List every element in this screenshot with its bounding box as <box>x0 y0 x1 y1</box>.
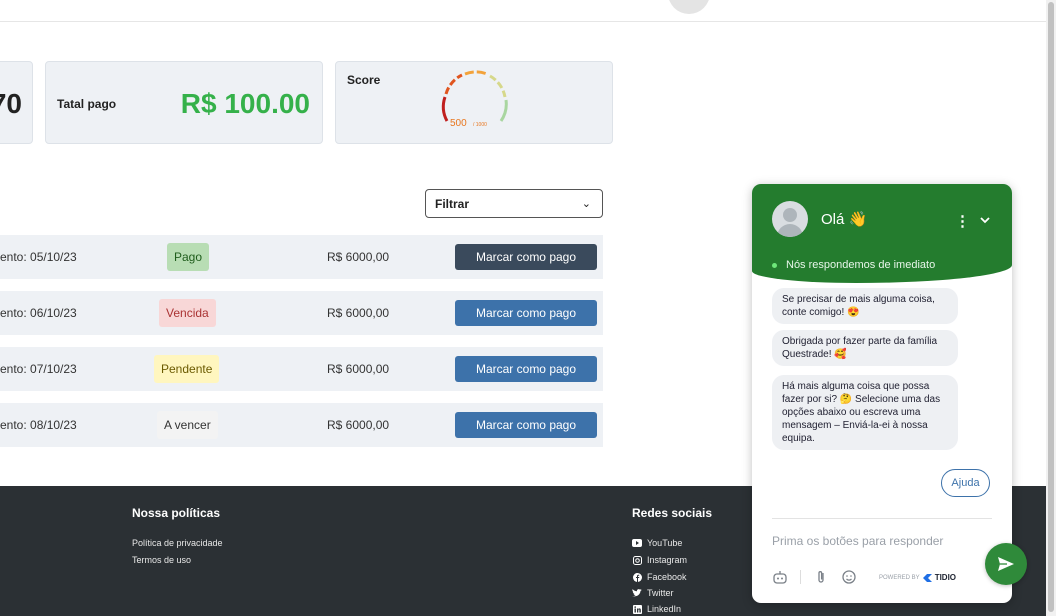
chat-widget: Olá 👋 ⋮ Nós respondemos de imediato Se p… <box>752 184 1012 603</box>
mark-paid-button[interactable]: Marcar como pago <box>455 356 597 382</box>
facebook-icon <box>632 572 642 582</box>
powered-by-label: POWERED BY <box>879 574 920 581</box>
divider <box>800 570 801 584</box>
youtube-icon <box>632 539 642 548</box>
score-gauge: 500 / 1000 <box>441 70 508 129</box>
due-date: ento: 07/10/23 <box>0 362 77 376</box>
terms-link[interactable]: Termos de uso <box>132 555 191 565</box>
social-heading: Redes sociais <box>632 506 713 520</box>
instagram-link[interactable]: Instagram <box>632 555 687 565</box>
linkedin-label: LinkedIn <box>647 604 682 614</box>
chat-title: Olá 👋 <box>821 211 868 228</box>
chat-input[interactable]: Prima os botões para responder <box>772 534 943 548</box>
amount: R$ 6000,00 <box>327 362 390 376</box>
page-scrollbar[interactable] <box>1046 0 1056 616</box>
chevron-down-icon: ⌄ <box>581 198 591 210</box>
total-paid-value: R$ 100.00 <box>180 88 310 119</box>
mark-paid-button[interactable]: Marcar como pago <box>455 412 597 438</box>
divider <box>772 518 992 519</box>
privacy-link[interactable]: Política de privacidade <box>132 538 223 548</box>
chat-status-bar: Nós respondemos de imediato <box>752 249 1012 283</box>
amount: R$ 6000,00 <box>327 250 390 264</box>
linkedin-link[interactable]: LinkedIn <box>632 604 681 614</box>
total-paid-card: Tatal pago R$ 100.00 <box>45 61 323 144</box>
instagram-label: Instagram <box>647 555 688 565</box>
user-avatar[interactable] <box>668 0 710 14</box>
linkedin-icon <box>632 604 642 614</box>
facebook-label: Facebook <box>647 572 687 582</box>
table-row: ento: 07/10/23 Pendente R$ 6000,00 Marca… <box>0 347 603 391</box>
instagram-icon <box>632 555 642 565</box>
score-max: / 1000 <box>473 122 487 128</box>
online-indicator <box>772 263 777 268</box>
due-date: ento: 08/10/23 <box>0 418 77 432</box>
twitter-link[interactable]: Twitter <box>632 588 674 598</box>
send-button[interactable] <box>985 543 1027 585</box>
send-icon <box>998 557 1014 571</box>
total-paid-label: Tatal pago <box>57 97 117 111</box>
score-value: 500 <box>450 118 467 129</box>
attachment-icon[interactable] <box>813 569 829 585</box>
youtube-label: YouTube <box>647 538 683 548</box>
amount: R$ 6000,00 <box>327 306 390 320</box>
top-bar <box>0 0 1046 22</box>
table-row: ento: 05/10/23 Pago R$ 6000,00 Marcar co… <box>0 235 603 279</box>
youtube-link[interactable]: YouTube <box>632 538 682 548</box>
chat-toolbar <box>772 569 857 585</box>
emoji-icon[interactable] <box>841 569 857 585</box>
twitter-icon <box>632 589 642 598</box>
summary-card-partial: 70 <box>0 61 33 144</box>
status-badge: A vencer <box>157 411 218 439</box>
chevron-down-icon[interactable] <box>978 213 992 227</box>
powered-by[interactable]: POWERED BY TIDIO <box>879 573 956 582</box>
status-badge: Pago <box>167 243 210 271</box>
table-row: ento: 06/10/23 Vencida R$ 6000,00 Marcar… <box>0 291 603 335</box>
amount: R$ 6000,00 <box>327 418 390 432</box>
due-date: ento: 06/10/23 <box>0 306 77 320</box>
mark-paid-button[interactable]: Marcar como pago <box>455 300 597 326</box>
filter-select[interactable]: Filtrar ⌄ <box>425 189 603 218</box>
quick-reply-button[interactable]: Ajuda <box>941 469 990 497</box>
tidio-logo-icon <box>922 573 932 582</box>
mark-paid-button[interactable]: Marcar como pago <box>455 244 597 270</box>
table-row: ento: 08/10/23 A vencer R$ 6000,00 Marca… <box>0 403 603 447</box>
score-label: Score <box>347 73 381 87</box>
chat-message: Se precisar de mais alguma coisa, conte … <box>772 288 958 324</box>
chat-status-text: Nós respondemos de imediato <box>786 259 936 271</box>
more-icon[interactable]: ⋮ <box>955 212 970 230</box>
filter-label: Filtrar <box>435 197 470 211</box>
twitter-label: Twitter <box>647 588 674 598</box>
agent-avatar <box>772 201 808 237</box>
facebook-link[interactable]: Facebook <box>632 572 687 582</box>
policies-heading: Nossa políticas <box>132 506 221 520</box>
chat-message: Obrigada por fazer parte da família Ques… <box>772 330 958 366</box>
status-badge: Pendente <box>154 355 220 383</box>
chat-message: Há mais alguma coisa que possa fazer por… <box>772 375 958 450</box>
partial-value: 70 <box>0 88 22 119</box>
chat-header: Olá 👋 ⋮ <box>752 184 1012 249</box>
brand-label: TIDIO <box>934 573 957 582</box>
bot-icon[interactable] <box>772 569 788 585</box>
score-card: Score 500 / 1000 <box>335 61 613 144</box>
due-date: ento: 05/10/23 <box>0 250 77 264</box>
status-badge: Vencida <box>159 299 216 327</box>
